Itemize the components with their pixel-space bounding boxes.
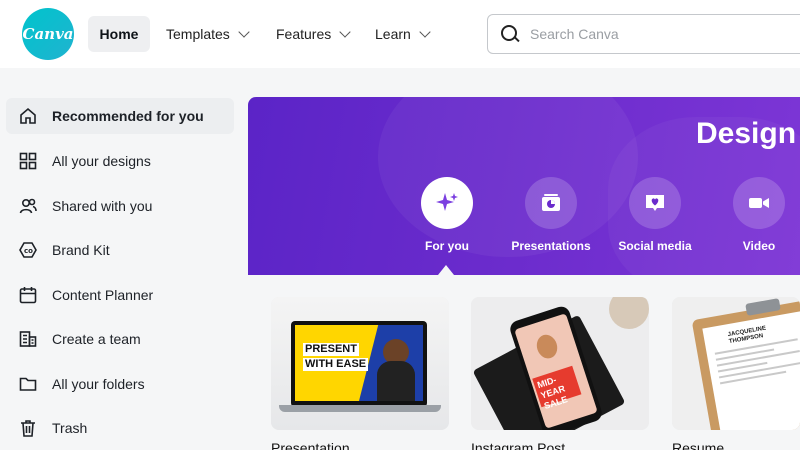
- chevron-down-icon: [419, 26, 431, 38]
- shared-people-icon: [18, 196, 38, 216]
- person-image: [533, 332, 561, 362]
- home-icon: [18, 106, 38, 126]
- banner-title: Design: [696, 117, 797, 150]
- sidebar-item-label: Trash: [52, 420, 88, 436]
- search-icon[interactable]: [500, 24, 520, 44]
- sidebar-item-label: Brand Kit: [52, 242, 110, 258]
- sidebar-item-label: All your designs: [52, 153, 151, 169]
- chevron-down-icon: [238, 26, 250, 38]
- thumbnail-text: MID-YEAR SALE: [532, 365, 582, 411]
- folder-icon: [18, 374, 38, 394]
- design-banner: Design For you Presentations Social medi…: [248, 97, 800, 275]
- presentation-icon: [525, 177, 577, 229]
- sidebar-item-label: Content Planner: [52, 287, 154, 303]
- category-presentations[interactable]: Presentations: [499, 177, 603, 253]
- category-label: For you: [425, 239, 469, 253]
- sidebar-item-label: All your folders: [52, 376, 145, 392]
- sidebar-item-shared[interactable]: Shared with you: [6, 188, 234, 224]
- resume-paper: JACQUELINE THOMPSON: [702, 311, 800, 430]
- nav-features-button[interactable]: Features: [276, 16, 351, 52]
- sidebar-item-folders[interactable]: All your folders: [6, 366, 234, 402]
- sidebar-item-content-planner[interactable]: Content Planner: [6, 277, 234, 313]
- template-card-presentation[interactable]: PRESENT WITH EASE: [271, 297, 449, 430]
- trash-icon: [18, 418, 38, 438]
- template-card-resume[interactable]: JACQUELINE THOMPSON: [672, 297, 800, 430]
- category-label: Social media: [618, 239, 692, 253]
- category-video[interactable]: Video: [707, 177, 800, 253]
- category-for-you[interactable]: For you: [395, 177, 499, 253]
- nav-templates-label: Templates: [166, 26, 230, 42]
- sidebar-item-create-team[interactable]: Create a team: [6, 321, 234, 357]
- card-label[interactable]: Instagram Post: [471, 440, 565, 450]
- sidebar-item-label: Create a team: [52, 331, 141, 347]
- brand-kit-icon: co: [18, 240, 38, 260]
- template-card-instagram-post[interactable]: MID-YEAR SALE: [471, 297, 649, 430]
- nav-features-label: Features: [276, 26, 332, 42]
- nav-learn-label: Learn: [375, 26, 411, 42]
- search-input[interactable]: [530, 26, 780, 42]
- video-icon: [733, 177, 785, 229]
- laptop-display: PRESENT WITH EASE: [295, 325, 423, 401]
- sidebar-item-brand-kit[interactable]: co Brand Kit: [6, 232, 234, 268]
- category-label: Presentations: [511, 239, 591, 253]
- thumbnail-text: JACQUELINE THOMPSON: [727, 325, 767, 346]
- top-bar: Canva Home Templates Features Learn: [0, 0, 800, 68]
- category-label: Video: [742, 239, 776, 253]
- card-label[interactable]: Presentation: [271, 440, 350, 450]
- sidebar-item-recommended[interactable]: Recommended for you: [6, 98, 234, 134]
- chevron-down-icon: [339, 26, 351, 38]
- grid-icon: [18, 151, 38, 171]
- card-label[interactable]: Resume: [672, 440, 724, 450]
- sparkle-icon: [421, 177, 473, 229]
- active-category-pointer: [438, 265, 454, 275]
- nav-learn-button[interactable]: Learn: [375, 16, 431, 52]
- thumbnail-text: PRESENT WITH EASE: [303, 343, 369, 371]
- nav-home-button[interactable]: Home: [88, 16, 150, 52]
- sidebar-item-trash[interactable]: Trash: [6, 410, 234, 446]
- search-box[interactable]: [487, 14, 800, 54]
- canva-logo[interactable]: Canva: [22, 8, 74, 60]
- logo-text: Canva: [22, 25, 74, 43]
- sidebar-item-all-designs[interactable]: All your designs: [6, 143, 234, 179]
- category-social-media[interactable]: Social media: [603, 177, 707, 253]
- nav-templates-button[interactable]: Templates: [166, 16, 250, 52]
- sidebar-item-label: Recommended for you: [52, 108, 204, 124]
- team-icon: [18, 329, 38, 349]
- nav-home-label: Home: [99, 26, 139, 42]
- sidebar-item-label: Shared with you: [52, 198, 153, 214]
- svg-text:co: co: [24, 247, 33, 255]
- heart-icon: [629, 177, 681, 229]
- calendar-icon: [18, 285, 38, 305]
